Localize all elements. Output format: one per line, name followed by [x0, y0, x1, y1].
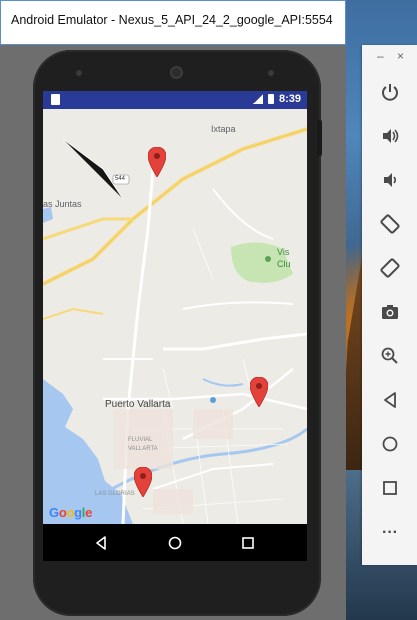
sd-card-icon	[51, 94, 60, 105]
map-label-fluvial: FLUVIAL	[128, 437, 153, 443]
map-label-las-glorias: LAS GLORIAS	[95, 491, 135, 497]
rotate-right-icon	[380, 258, 400, 278]
front-camera	[170, 66, 183, 79]
emulator-window: Android Emulator - Nexus_5_API_24_2_goog…	[0, 0, 346, 620]
close-button[interactable]: ×	[397, 49, 404, 63]
home-icon	[168, 536, 182, 550]
status-bar: 8:39	[43, 91, 307, 109]
more-button[interactable]: ···	[378, 521, 402, 545]
map-label-ixtapa: Ixtapa	[211, 124, 236, 134]
light-sensor	[268, 70, 274, 76]
zoom-icon	[381, 347, 398, 364]
nav-recents-button[interactable]	[237, 532, 259, 554]
nav-back-button[interactable]	[90, 532, 112, 554]
device-screen[interactable]: 8:39 Ixtapa as Juntas Puerto Vallarta FL…	[43, 91, 307, 561]
status-right: 8:39	[252, 93, 301, 105]
signal-icon	[252, 94, 263, 104]
map-label-vista-2: Clu	[277, 259, 291, 269]
power-icon	[382, 84, 398, 101]
zoom-button[interactable]	[378, 344, 402, 368]
map-canvas	[43, 127, 307, 524]
screenshot-button[interactable]	[378, 300, 402, 324]
status-time: 8:39	[278, 93, 301, 105]
map-label-las-juntas: as Juntas	[43, 199, 82, 209]
minimize-button[interactable]: –	[377, 49, 384, 63]
map-marker-south[interactable]	[134, 467, 152, 497]
more-icon: ···	[382, 524, 398, 541]
overview-icon	[383, 481, 397, 495]
home-icon	[382, 436, 398, 452]
phone-side-button[interactable]	[317, 120, 322, 156]
window-title: Android Emulator - Nexus_5_API_24_2_goog…	[11, 13, 333, 27]
volume-down-button[interactable]	[378, 168, 402, 192]
volume-up-button[interactable]	[378, 124, 402, 148]
power-button[interactable]	[378, 80, 402, 104]
panel-window-controls: – ×	[362, 49, 417, 65]
google-map[interactable]: Ixtapa as Juntas Puerto Vallarta FLUVIAL…	[43, 109, 307, 524]
proximity-sensor	[76, 70, 82, 76]
volume-up-icon	[383, 129, 399, 143]
rotate-left-icon	[380, 214, 400, 234]
google-logo[interactable]: Google	[49, 505, 92, 520]
rotate-left-button[interactable]	[378, 212, 402, 236]
side-back-button[interactable]	[378, 388, 402, 412]
title-bar[interactable]: Android Emulator - Nexus_5_API_24_2_goog…	[0, 0, 346, 45]
emulator-side-toolbar: – × ···	[362, 45, 417, 565]
map-label-vallarta: VALLARTA	[128, 446, 158, 452]
map-label-highway: 544	[115, 176, 126, 182]
back-icon	[384, 392, 396, 408]
nav-home-button[interactable]	[164, 532, 186, 554]
volume-down-icon	[384, 173, 397, 187]
recents-icon	[242, 537, 254, 549]
back-icon	[96, 536, 106, 550]
map-label-puerto-vallarta: Puerto Vallarta	[105, 399, 171, 410]
map-label-vista-1: Vis	[277, 247, 290, 257]
rotate-right-button[interactable]	[378, 256, 402, 280]
camera-icon	[382, 305, 398, 319]
android-nav-bar	[43, 524, 307, 561]
side-overview-button[interactable]	[378, 476, 402, 500]
battery-icon	[267, 94, 274, 104]
map-marker-north[interactable]	[148, 147, 166, 177]
map-marker-east[interactable]	[250, 377, 268, 407]
side-home-button[interactable]	[378, 432, 402, 456]
